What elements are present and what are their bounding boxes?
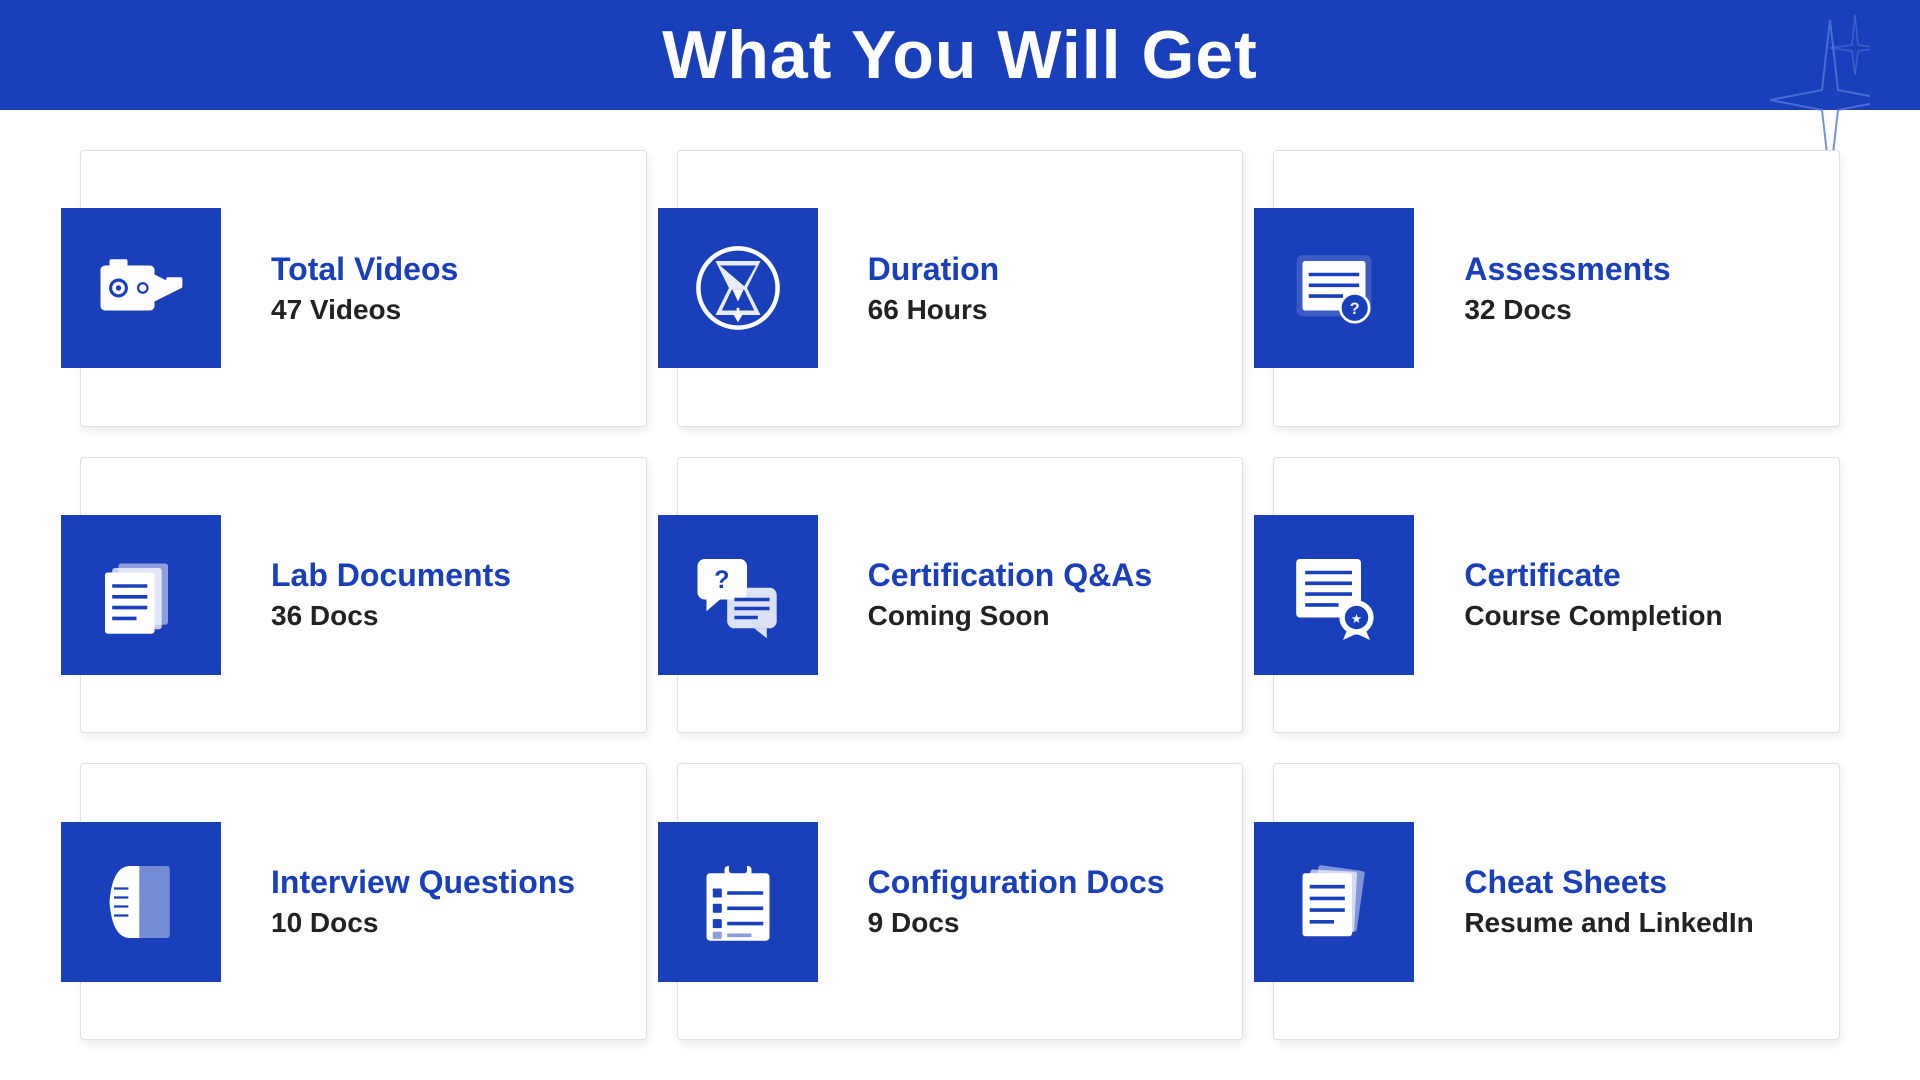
- card-interview-questions: Interview Questions 10 Docs: [80, 763, 647, 1040]
- card-lab-documents-title: Lab Documents: [271, 557, 511, 594]
- card-assessments-title: Assessments: [1464, 251, 1670, 288]
- page-title: What You Will Get: [662, 16, 1258, 94]
- card-configuration-docs: Configuration Docs 9 Docs: [677, 763, 1244, 1040]
- chat-question-icon: ?: [658, 515, 818, 675]
- page-header: What You Will Get: [0, 0, 1920, 110]
- card-duration: Duration 66 Hours: [677, 150, 1244, 427]
- papers-icon: [1254, 822, 1414, 982]
- svg-text:?: ?: [714, 566, 729, 594]
- clipboard-icon: [658, 822, 818, 982]
- card-cheat-sheets: Cheat Sheets Resume and LinkedIn: [1273, 763, 1840, 1040]
- card-configuration-docs-subtitle: 9 Docs: [868, 907, 1165, 939]
- certificate-icon: ★: [1254, 515, 1414, 675]
- card-assessments-content: Assessments 32 Docs: [1464, 251, 1670, 326]
- card-cheat-sheets-title: Cheat Sheets: [1464, 864, 1753, 901]
- video-camera-icon: [61, 208, 221, 368]
- book-icon: [61, 822, 221, 982]
- svg-text:?: ?: [1350, 300, 1360, 318]
- card-certification-qas: ? Certification Q&As Coming Soon: [677, 457, 1244, 734]
- card-certification-qas-content: Certification Q&As Coming Soon: [868, 557, 1152, 632]
- card-lab-documents-subtitle: 36 Docs: [271, 600, 511, 632]
- hourglass-icon: [658, 208, 818, 368]
- card-configuration-docs-title: Configuration Docs: [868, 864, 1165, 901]
- assessment-icon: ?: [1254, 208, 1414, 368]
- card-certificate-title: Certificate: [1464, 557, 1722, 594]
- card-certificate-content: Certificate Course Completion: [1464, 557, 1722, 632]
- card-certificate-subtitle: Course Completion: [1464, 600, 1722, 632]
- cards-grid: Total Videos 47 Videos Dura: [0, 110, 1920, 1080]
- card-assessments-subtitle: 32 Docs: [1464, 294, 1670, 326]
- card-total-videos-content: Total Videos 47 Videos: [271, 251, 458, 326]
- card-certificate: ★ Certificate Course Completion: [1273, 457, 1840, 734]
- card-duration-content: Duration 66 Hours: [868, 251, 1000, 326]
- card-total-videos-subtitle: 47 Videos: [271, 294, 458, 326]
- card-interview-questions-subtitle: 10 Docs: [271, 907, 575, 939]
- card-interview-questions-title: Interview Questions: [271, 864, 575, 901]
- documents-icon: [61, 515, 221, 675]
- card-cheat-sheets-subtitle: Resume and LinkedIn: [1464, 907, 1753, 939]
- card-duration-subtitle: 66 Hours: [868, 294, 1000, 326]
- card-configuration-docs-content: Configuration Docs 9 Docs: [868, 864, 1165, 939]
- card-interview-questions-content: Interview Questions 10 Docs: [271, 864, 575, 939]
- card-lab-documents-content: Lab Documents 36 Docs: [271, 557, 511, 632]
- card-certification-qas-subtitle: Coming Soon: [868, 600, 1152, 632]
- card-assessments: ? Assessments 32 Docs: [1273, 150, 1840, 427]
- card-lab-documents: Lab Documents 36 Docs: [80, 457, 647, 734]
- card-certification-qas-title: Certification Q&As: [868, 557, 1152, 594]
- card-duration-title: Duration: [868, 251, 1000, 288]
- card-total-videos: Total Videos 47 Videos: [80, 150, 647, 427]
- card-total-videos-title: Total Videos: [271, 251, 458, 288]
- card-cheat-sheets-content: Cheat Sheets Resume and LinkedIn: [1464, 864, 1753, 939]
- svg-text:★: ★: [1351, 612, 1362, 626]
